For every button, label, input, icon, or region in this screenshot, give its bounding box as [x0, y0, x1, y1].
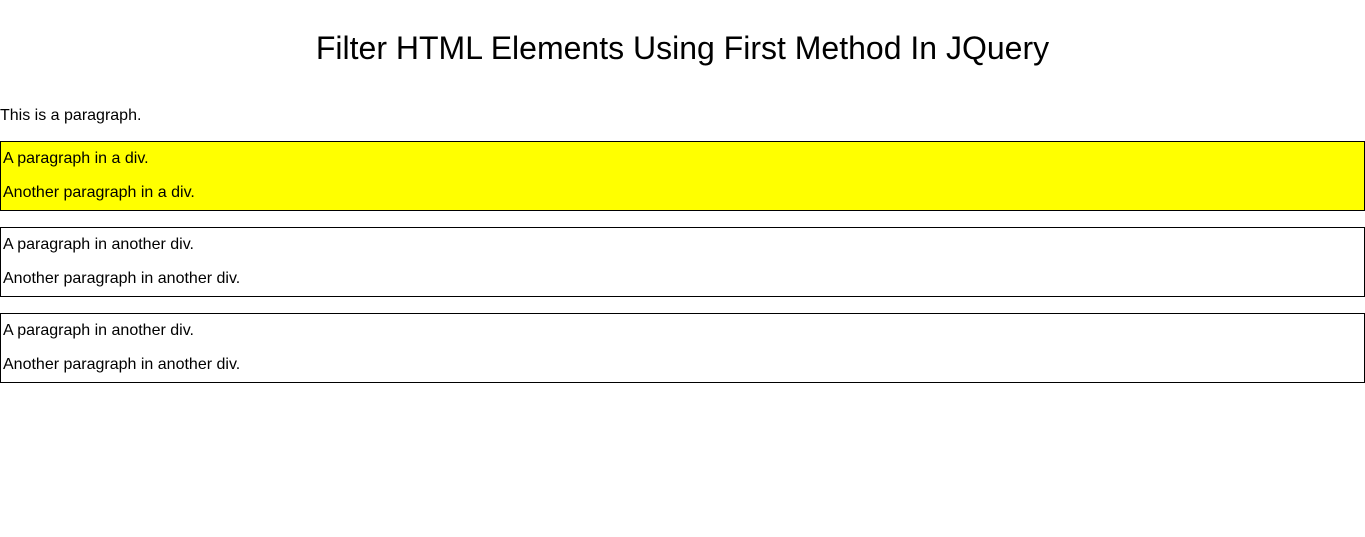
box-3-paragraph-2: Another paragraph in another div. — [1, 348, 1364, 382]
box-1-paragraph-2: Another paragraph in a div. — [1, 176, 1364, 210]
intro-paragraph: This is a paragraph. — [0, 107, 1365, 125]
box-1: A paragraph in a div. Another paragraph … — [0, 141, 1365, 211]
page-heading: Filter HTML Elements Using First Method … — [0, 30, 1365, 67]
box-2-paragraph-1: A paragraph in another div. — [1, 228, 1364, 262]
box-3-paragraph-1: A paragraph in another div. — [1, 314, 1364, 348]
box-3: A paragraph in another div. Another para… — [0, 313, 1365, 383]
box-2-paragraph-2: Another paragraph in another div. — [1, 262, 1364, 296]
box-1-paragraph-1: A paragraph in a div. — [1, 142, 1364, 176]
box-2: A paragraph in another div. Another para… — [0, 227, 1365, 297]
